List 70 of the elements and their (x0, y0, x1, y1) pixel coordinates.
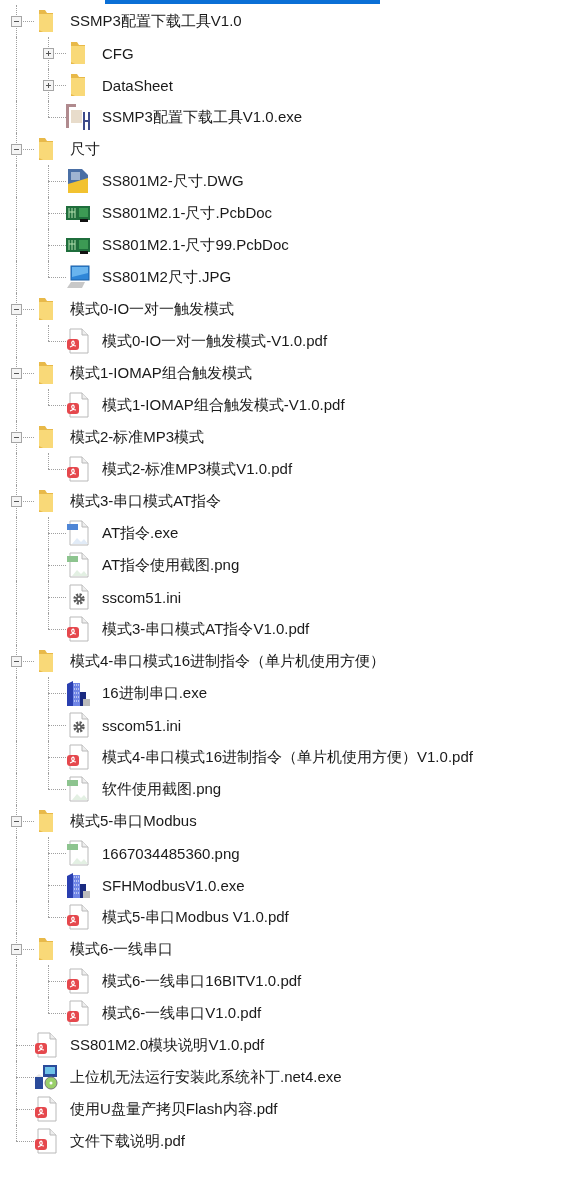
folder-name[interactable]: 模式0-IO一对一触发模式 (70, 299, 235, 319)
file-name[interactable]: sscom51.ini (102, 588, 182, 606)
drawing-file-icon (66, 168, 90, 194)
image-file-icon (66, 520, 90, 546)
settings-file-icon (66, 712, 90, 738)
file-name[interactable]: SFHModbusV1.0.exe (102, 876, 245, 894)
image-file-icon (66, 552, 90, 578)
file-name[interactable]: 模式3-串口模式AT指令V1.0.pdf (102, 619, 310, 639)
file-name[interactable]: 模式6-一线串口16BITV1.0.pdf (102, 971, 302, 991)
pdf-file-icon (34, 1128, 58, 1154)
computer-disc-icon (34, 1064, 58, 1090)
expand-toggle[interactable] (11, 16, 22, 27)
image-file-icon (66, 776, 90, 802)
folder-name[interactable]: 模式2-标准MP3模式 (70, 427, 205, 447)
file-name[interactable]: 模式2-标准MP3模式V1.0.pdf (102, 459, 293, 479)
expand-toggle[interactable] (11, 144, 22, 155)
file-name[interactable]: AT指令.exe (102, 523, 179, 543)
file-name[interactable]: 模式5-串口Modbus V1.0.pdf (102, 907, 289, 927)
settings-file-icon (66, 584, 90, 610)
pdf-file-icon (66, 392, 90, 418)
expand-toggle[interactable] (11, 944, 22, 955)
file-name[interactable]: SS801M2尺寸.JPG (102, 267, 232, 287)
pdf-file-icon (66, 744, 90, 770)
folder-name[interactable]: 模式6-一线串口 (70, 939, 174, 959)
folder-name[interactable]: 模式3-串口模式AT指令 (70, 491, 222, 511)
file-name[interactable]: SS801M2.1-尺寸.PcbDoc (102, 203, 273, 223)
file-name[interactable]: 模式0-IO一对一触发模式-V1.0.pdf (102, 331, 328, 351)
file-name[interactable]: AT指令使用截图.png (102, 555, 240, 575)
file-name[interactable]: 16进制串口.exe (102, 683, 208, 703)
pdf-file-icon (66, 456, 90, 482)
file-name[interactable]: SSMP3配置下载工具V1.0.exe (102, 107, 303, 127)
computer-icon (66, 264, 90, 290)
expand-toggle[interactable] (11, 656, 22, 667)
pdf-file-icon (66, 616, 90, 642)
folder-name[interactable]: 尺寸 (70, 139, 100, 159)
pdf-file-icon (66, 1000, 90, 1026)
folder-name[interactable]: 模式5-串口Modbus (70, 811, 197, 831)
file-name[interactable]: 软件使用截图.png (102, 779, 222, 799)
expand-toggle[interactable] (11, 368, 22, 379)
file-name[interactable]: 使用U盘量产拷贝Flash内容.pdf (70, 1099, 278, 1119)
pdf-file-icon (34, 1032, 58, 1058)
file-name[interactable]: 模式4-串口模式16进制指令（单片机使用方便）V1.0.pdf (102, 747, 473, 767)
file-name[interactable]: 上位机无法运行安装此系统补丁.net4.exe (70, 1067, 342, 1087)
file-name[interactable]: SS801M2.0模块说明V1.0.pdf (70, 1035, 265, 1055)
building-icon (66, 680, 90, 706)
file-name[interactable]: SS801M2.1-尺寸99.PcbDoc (102, 235, 289, 255)
expand-toggle[interactable] (43, 80, 54, 91)
building-icon (66, 872, 90, 898)
expand-toggle[interactable] (43, 48, 54, 59)
folder-name[interactable]: 模式4-串口模式16进制指令（单片机使用方便） (70, 651, 386, 671)
app-logo-icon (66, 104, 90, 130)
pdf-file-icon (66, 904, 90, 930)
expand-toggle[interactable] (11, 816, 22, 827)
pdf-file-icon (66, 328, 90, 354)
file-name[interactable]: sscom51.ini (102, 716, 182, 734)
expand-toggle[interactable] (11, 432, 22, 443)
expand-toggle[interactable] (11, 304, 22, 315)
file-name[interactable]: 1667034485360.png (102, 844, 240, 862)
file-name[interactable]: 模式1-IOMAP组合触发模式-V1.0.pdf (102, 395, 345, 415)
pdf-file-icon (34, 1096, 58, 1122)
folder-name[interactable]: 模式1-IOMAP组合触发模式 (70, 363, 252, 383)
file-name[interactable]: 模式6-一线串口V1.0.pdf (102, 1003, 262, 1023)
image-file-icon (66, 840, 90, 866)
folder-name[interactable]: DataSheet (102, 76, 173, 94)
pdf-file-icon (66, 968, 90, 994)
folder-name[interactable]: SSMP3配置下载工具V1.0 (70, 11, 242, 31)
file-name[interactable]: SS801M2-尺寸.DWG (102, 171, 244, 191)
expand-toggle[interactable] (11, 496, 22, 507)
folder-name[interactable]: CFG (102, 44, 134, 62)
file-name[interactable]: 文件下载说明.pdf (70, 1131, 186, 1151)
